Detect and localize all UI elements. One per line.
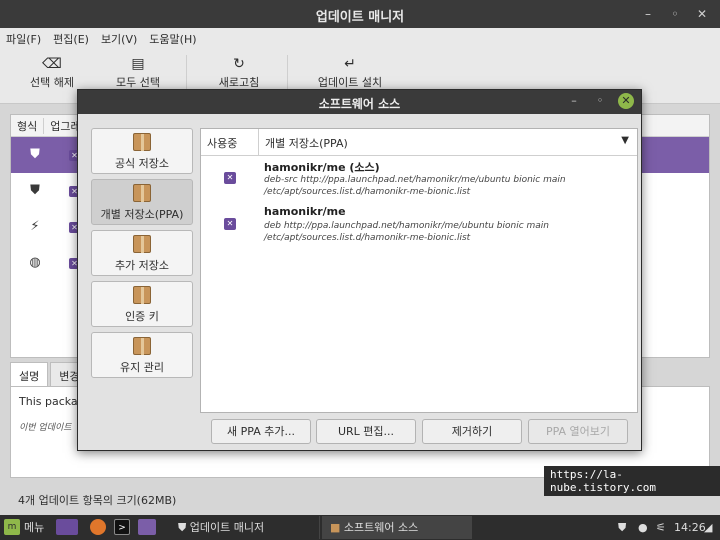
- ppa-name: hamonikr/me (소스): [264, 161, 380, 174]
- folder-icon[interactable]: [138, 519, 156, 535]
- user-icon[interactable]: ●: [638, 519, 648, 536]
- sidebar-item-keys[interactable]: 인증 키: [91, 281, 193, 327]
- taskbar: m 메뉴 > ⛊ 업데이트 매니저 ■ 소프트웨어 소스 ⛊ ● ⚟ 14:26…: [0, 515, 720, 540]
- ppa-file-path: /etc/apt/sources.list.d/hamonikr-me-bion…: [264, 187, 471, 197]
- source-type-value: 개별 저장소(PPA): [265, 137, 348, 150]
- ppa-enabled-checkbox[interactable]: ✕: [224, 172, 236, 184]
- maximize-icon[interactable]: ◦: [592, 93, 608, 109]
- package-icon: [133, 133, 151, 151]
- network-icon[interactable]: ⚟: [656, 519, 666, 536]
- notification-icon[interactable]: ◢: [704, 519, 712, 536]
- taskbar-task-label: 소프트웨어 소스: [343, 521, 419, 534]
- taskbar-software-sources[interactable]: ■ 소프트웨어 소스: [322, 516, 472, 539]
- chevron-down-icon: ▼: [621, 135, 629, 146]
- menubar: 파일(F) 편집(E) 보기(V) 도움말(H): [0, 28, 720, 50]
- shield-icon: ⛊: [178, 521, 187, 534]
- edit-url-button[interactable]: URL 편집...: [316, 419, 416, 444]
- sidebar-item-label: 개별 저장소(PPA): [100, 208, 184, 221]
- return-arrow-icon: ↵: [344, 56, 356, 72]
- menu-help[interactable]: 도움말(H): [149, 31, 196, 47]
- mint-logo-icon[interactable]: m: [4, 519, 20, 535]
- minimize-icon[interactable]: –: [638, 4, 658, 24]
- ppa-enabled-checkbox[interactable]: ✕: [224, 218, 236, 230]
- backspace-icon: ⌫: [42, 56, 62, 72]
- column-enabled: 사용중: [201, 129, 259, 155]
- sidebar-item-label: 추가 저장소: [114, 259, 170, 272]
- ppa-header-row: 사용중 개별 저장소(PPA) ▼: [201, 129, 637, 156]
- close-icon[interactable]: ✕: [618, 93, 634, 109]
- sidebar-item-additional[interactable]: 추가 저장소: [91, 230, 193, 276]
- minimize-icon[interactable]: –: [566, 93, 582, 109]
- package-tool-icon: [133, 337, 151, 355]
- shield-icon: ⛊: [30, 183, 40, 198]
- install-updates-label: 업데이트 설치: [317, 76, 383, 89]
- terminal-icon[interactable]: >: [114, 519, 130, 535]
- dialog-titlebar[interactable]: 소프트웨어 소스 – ◦ ✕: [78, 90, 641, 114]
- sidebar-item-label: 유지 관리: [120, 361, 164, 374]
- ppa-file-path: /etc/apt/sources.list.d/hamonikr-me-bion…: [264, 233, 471, 243]
- sidebar-item-label: 인증 키: [125, 310, 159, 323]
- ppa-name: hamonikr/me: [264, 205, 346, 218]
- ppa-row[interactable]: ✕ hamonikr/me (소스) deb-src http://ppa.la…: [201, 156, 637, 202]
- close-icon[interactable]: ✕: [692, 4, 712, 24]
- package-key-icon: [133, 286, 151, 304]
- lightning-icon: ⚡: [30, 219, 40, 234]
- dialog-title: 소프트웨어 소스: [318, 97, 401, 111]
- status-text: 4개 업데이트 항목의 크기(62MB): [18, 494, 177, 507]
- refresh-icon: ↻: [233, 56, 245, 72]
- taskbar-task-label: 업데이트 매니저: [189, 521, 265, 534]
- software-sources-dialog: 소프트웨어 소스 – ◦ ✕ 공식 저장소 개별 저장소(PPA) 추가 저장소…: [77, 89, 642, 451]
- shield-tray-icon[interactable]: ⛊: [618, 519, 626, 536]
- taskbar-update-manager[interactable]: ⛊ 업데이트 매니저: [170, 516, 320, 539]
- watermark-url: https://la-nube.tistory.com: [544, 466, 720, 496]
- select-all-label: 모두 선택: [116, 76, 160, 89]
- globe-icon: ◍: [29, 255, 41, 270]
- shield-icon: ⛊: [30, 147, 40, 162]
- sidebar-item-official[interactable]: 공식 저장소: [91, 128, 193, 174]
- menu-file[interactable]: 파일(F): [6, 31, 41, 47]
- firefox-icon[interactable]: [90, 519, 106, 535]
- ppa-deb-line: deb http://ppa.launchpad.net/hamonikr/me…: [264, 221, 549, 231]
- ppa-deb-line: deb-src http://ppa.launchpad.net/hamonik…: [264, 175, 566, 185]
- add-ppa-button[interactable]: 새 PPA 추가...: [211, 419, 311, 444]
- main-window-title: 업데이트 매니저: [315, 10, 405, 25]
- sidebar-item-ppa[interactable]: 개별 저장소(PPA): [91, 179, 193, 225]
- refresh-label: 새로고침: [218, 76, 260, 89]
- package-icon: [133, 184, 151, 202]
- menu-button[interactable]: 메뉴: [24, 519, 44, 536]
- sources-sidebar: 공식 저장소 개별 저장소(PPA) 추가 저장소 인증 키 유지 관리: [91, 128, 193, 383]
- open-ppa-button[interactable]: PPA 열어보기: [528, 419, 628, 444]
- show-desktop-icon[interactable]: [56, 519, 78, 535]
- document-icon: ▤: [131, 56, 145, 72]
- ppa-row[interactable]: ✕ hamonikr/me deb http://ppa.launchpad.n…: [201, 202, 637, 248]
- menu-edit[interactable]: 편집(E): [53, 31, 89, 47]
- menu-view[interactable]: 보기(V): [101, 31, 137, 47]
- main-titlebar[interactable]: 업데이트 매니저 – ◦ ✕: [0, 0, 720, 28]
- clear-selection-label: 선택 해제: [30, 76, 74, 89]
- sidebar-item-label: 공식 저장소: [114, 157, 170, 170]
- maximize-icon[interactable]: ◦: [665, 4, 685, 24]
- tab-description[interactable]: 설명: [10, 362, 49, 386]
- clock[interactable]: 14:26: [674, 519, 706, 536]
- ppa-panel: 사용중 개별 저장소(PPA) ▼ ✕ hamonikr/me (소스) deb…: [200, 128, 638, 413]
- sidebar-item-maintenance[interactable]: 유지 관리: [91, 332, 193, 378]
- package-icon: ■: [330, 521, 341, 534]
- package-add-icon: [133, 235, 151, 253]
- column-type[interactable]: 형식: [11, 117, 45, 134]
- remove-button[interactable]: 제거하기: [422, 419, 522, 444]
- source-type-select[interactable]: 개별 저장소(PPA) ▼: [259, 129, 637, 155]
